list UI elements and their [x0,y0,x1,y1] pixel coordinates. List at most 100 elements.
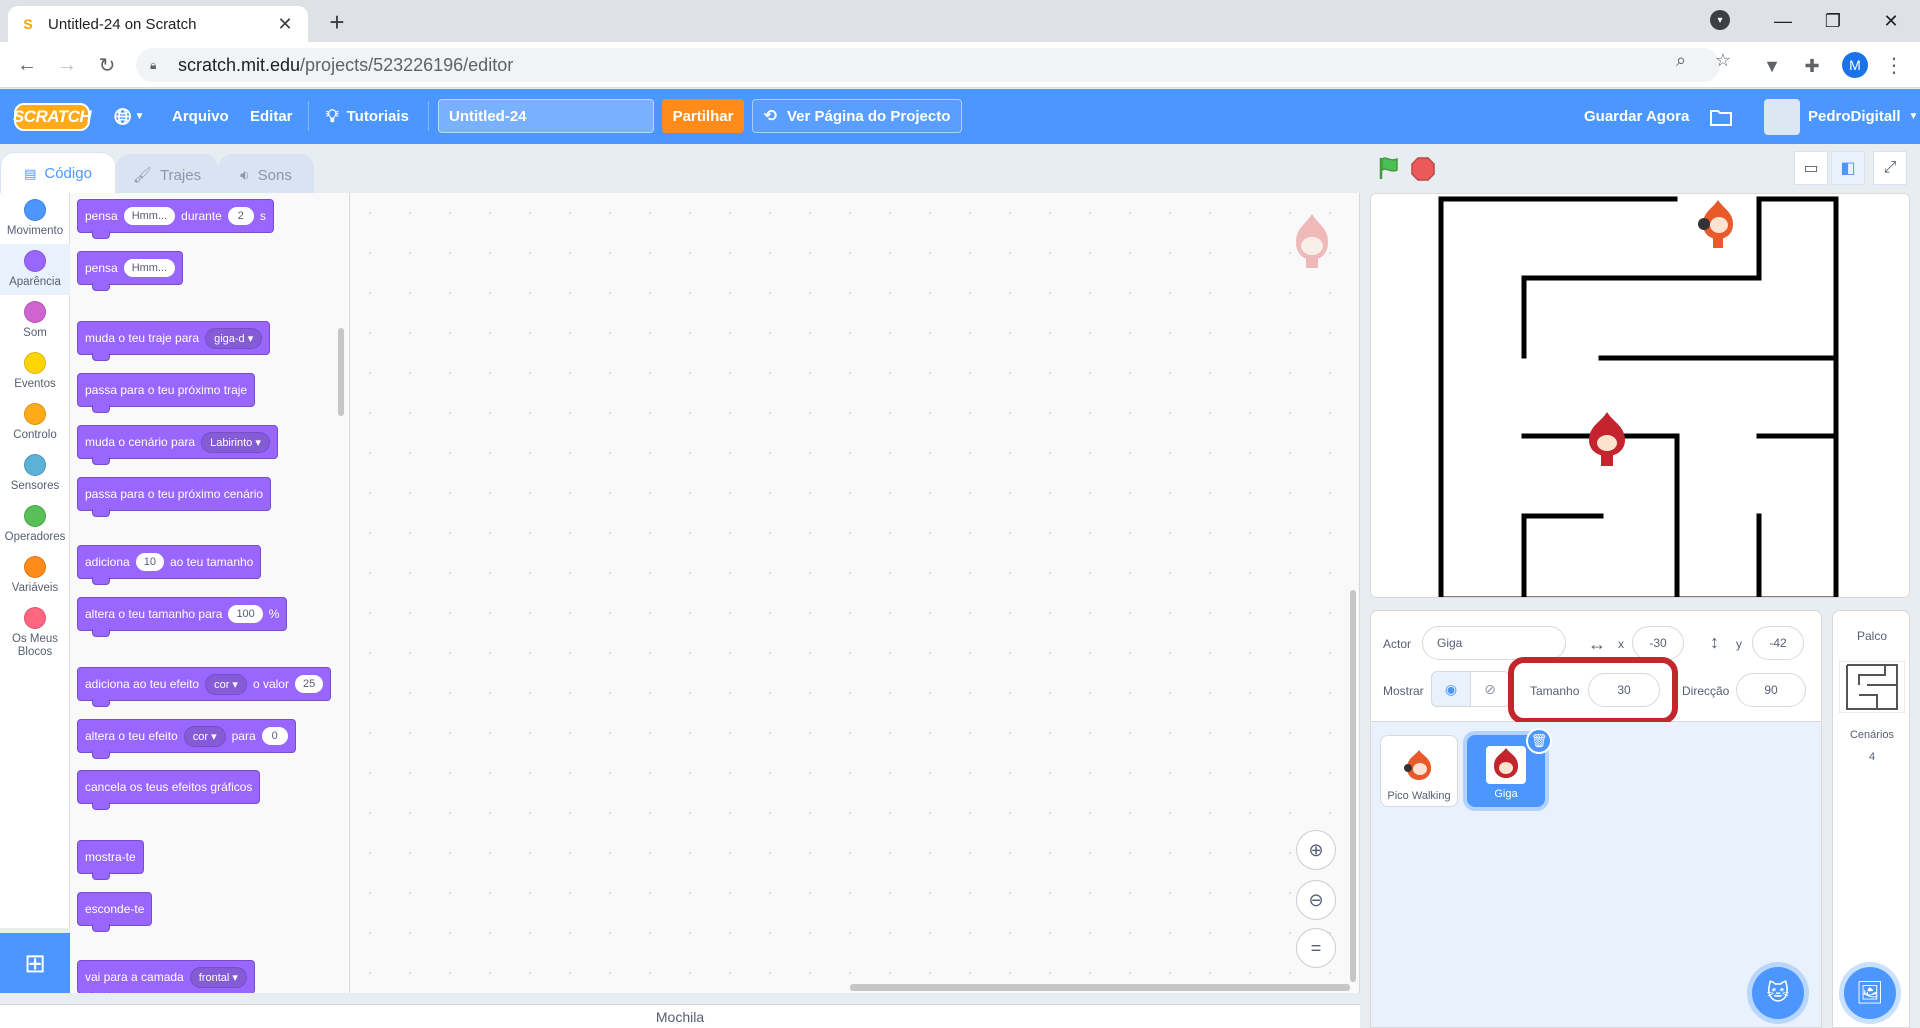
category-events[interactable]: Eventos [0,346,70,397]
my-stuff-folder-icon[interactable] [1710,89,1732,144]
back-icon[interactable]: ← [12,50,42,80]
save-now-button[interactable]: Guardar Agora [1584,89,1689,144]
share-button[interactable]: Partilhar [662,99,744,133]
zoom-in-icon: ⊕ [1308,839,1324,860]
new-tab-icon[interactable]: + [322,8,352,38]
show-hidden-button[interactable]: ⊘ [1470,671,1510,707]
block-input[interactable]: 2 [227,207,254,225]
zoom-out-button[interactable]: ⊖ [1296,880,1336,920]
direction-input[interactable]: 90 [1736,673,1806,707]
stage-target-panel[interactable]: Palco Cenários 4 [1832,610,1910,1028]
block-hide[interactable]: esconde-te [77,892,153,932]
reload-icon[interactable]: ↻ [92,50,122,80]
block-input[interactable]: 10 [135,553,164,571]
category-variables[interactable]: Variáveis [0,550,70,601]
backpack-bar[interactable]: Mochila [0,1004,1360,1028]
block-dropdown[interactable]: cor ▾ [205,673,247,695]
workspace-horizontal-scrollbar[interactable] [850,984,1350,991]
pico-walking-sprite[interactable] [1698,200,1733,248]
palette-scrollbar[interactable] [338,328,344,416]
language-menu[interactable]: 🌐︎ ▼ [114,89,145,144]
maximize-icon[interactable]: ❐ [1810,0,1856,42]
account-menu[interactable]: PedroDigitall ▼ [1808,89,1918,144]
block-clear-effects[interactable]: cancela os teus efeitos gráficos [77,770,261,810]
small-stage-button[interactable]: ▭ [1794,151,1828,185]
user-avatar[interactable] [1764,99,1800,135]
tab-sounds[interactable]: 🔉︎ Sons [218,154,314,196]
delete-sprite-button[interactable]: 🗑︎ [1526,728,1552,754]
block-text: adiciona ao teu efeito [85,677,200,691]
block-dropdown[interactable]: cor ▾ [183,725,226,747]
category-sound[interactable]: Som [0,295,70,346]
forward-icon[interactable]: → [52,50,82,80]
category-control[interactable]: Controlo [0,397,70,448]
block-change-size[interactable]: adiciona 10 ao teu tamanho [77,545,262,585]
choose-backdrop-button[interactable]: 🖼︎ [1844,967,1896,1019]
add-extension-button[interactable]: ⊞ [0,933,70,993]
block-think[interactable]: pensa Hmm... [77,251,184,291]
bookmark-star-icon[interactable]: ☆ [1712,49,1734,71]
block-dropdown[interactable]: giga-d ▾ [205,327,263,349]
browser-menu-icon[interactable]: ⋮ [1884,52,1904,78]
zoom-in-button[interactable]: ⊕ [1296,830,1336,870]
puzzle-extensions-icon[interactable]: ✚ [1800,54,1824,78]
script-workspace[interactable] [350,193,1360,993]
block-input[interactable]: Hmm... [123,207,176,225]
tutorials-menu[interactable]: 💡︎ Tutoriais [326,89,409,144]
stage-canvas[interactable] [1370,193,1910,598]
tab-costumes[interactable]: 🖌︎ Trajes [116,154,218,196]
block-set-size[interactable]: altera o teu tamanho para 100 % [77,597,288,637]
block-dropdown[interactable]: frontal ▾ [189,966,247,988]
green-flag-icon[interactable] [1376,155,1402,181]
close-window-icon[interactable]: ✕ [1868,0,1914,42]
close-tab-icon[interactable]: ✕ [274,14,296,35]
block-next-costume[interactable]: passa para o teu próximo traje [77,373,256,413]
block-dropdown[interactable]: Labirinto ▾ [201,431,270,453]
extension-icon[interactable]: ▼ [1760,54,1784,78]
block-next-backdrop[interactable]: passa para o teu próximo cenário [77,477,272,517]
url-field[interactable]: 🔒︎ scratch.mit.edu/projects/523226196/ed… [136,48,1720,82]
fullscreen-button[interactable]: ⤢ [1873,151,1907,185]
block-input[interactable]: 100 [228,605,263,623]
zoom-magnifier-icon[interactable]: ⌕ [1670,49,1692,71]
zoom-reset-button[interactable]: = [1296,928,1336,968]
see-project-page-button[interactable]: ⟲ Ver Página do Projecto [752,99,962,133]
large-stage-button[interactable]: ◧ [1831,151,1865,185]
file-menu[interactable]: Arquivo [172,89,229,144]
tab-search-icon[interactable]: ▾ [1710,10,1730,30]
x-input[interactable]: -30 [1632,626,1684,660]
project-title-input[interactable]: Untitled-24 [438,99,654,133]
workspace-vertical-scrollbar[interactable] [1350,590,1356,982]
block-switch-backdrop[interactable]: muda o cenário para Labirinto ▾ [77,425,278,465]
category-sensing[interactable]: Sensores [0,448,70,499]
category-my-blocks[interactable]: Os Meus Blocos [0,601,70,663]
sprite-tile-pico-walking[interactable]: Pico Walking [1380,735,1458,807]
category-dot [24,199,46,221]
y-input[interactable]: -42 [1752,626,1804,660]
choose-sprite-button[interactable]: 🐱︎ [1752,967,1804,1019]
minimize-icon[interactable]: — [1760,0,1806,42]
block-input[interactable]: 25 [294,675,324,693]
edit-menu[interactable]: Editar [250,89,293,144]
giga-sprite[interactable] [1589,412,1625,466]
show-visible-button[interactable]: ◉ [1431,671,1471,707]
sprite-name-input[interactable]: Giga [1422,626,1566,660]
block-think-for-secs[interactable]: pensa Hmm... durante 2 s [77,199,274,239]
block-input[interactable]: Hmm... [123,259,176,277]
tab-code[interactable]: ▤ Código [0,152,116,194]
category-motion[interactable]: Movimento [0,193,70,244]
profile-avatar[interactable]: M [1842,52,1868,78]
browser-tab[interactable]: S Untitled-24 on Scratch ✕ [8,6,308,42]
block-set-effect[interactable]: altera o teu efeito cor ▾ para 0 [77,719,296,759]
block-go-to-layer[interactable]: vai para a camada frontal ▾ [77,960,255,993]
block-change-effect[interactable]: adiciona ao teu efeito cor ▾ o valor 25 [77,667,332,707]
block-input[interactable]: 0 [261,727,288,745]
image-plus-icon: 🖼︎ [1856,980,1884,1005]
stop-icon[interactable] [1411,157,1435,181]
category-looks[interactable]: Aparência [0,244,70,295]
block-show[interactable]: mostra-te [77,840,144,880]
url-path: /projects/523226196/editor [300,54,514,75]
scratch-logo[interactable]: SCRATCH [13,103,92,131]
block-switch-costume[interactable]: muda o teu traje para giga-d ▾ [77,321,271,361]
category-operators[interactable]: Operadores [0,499,70,550]
